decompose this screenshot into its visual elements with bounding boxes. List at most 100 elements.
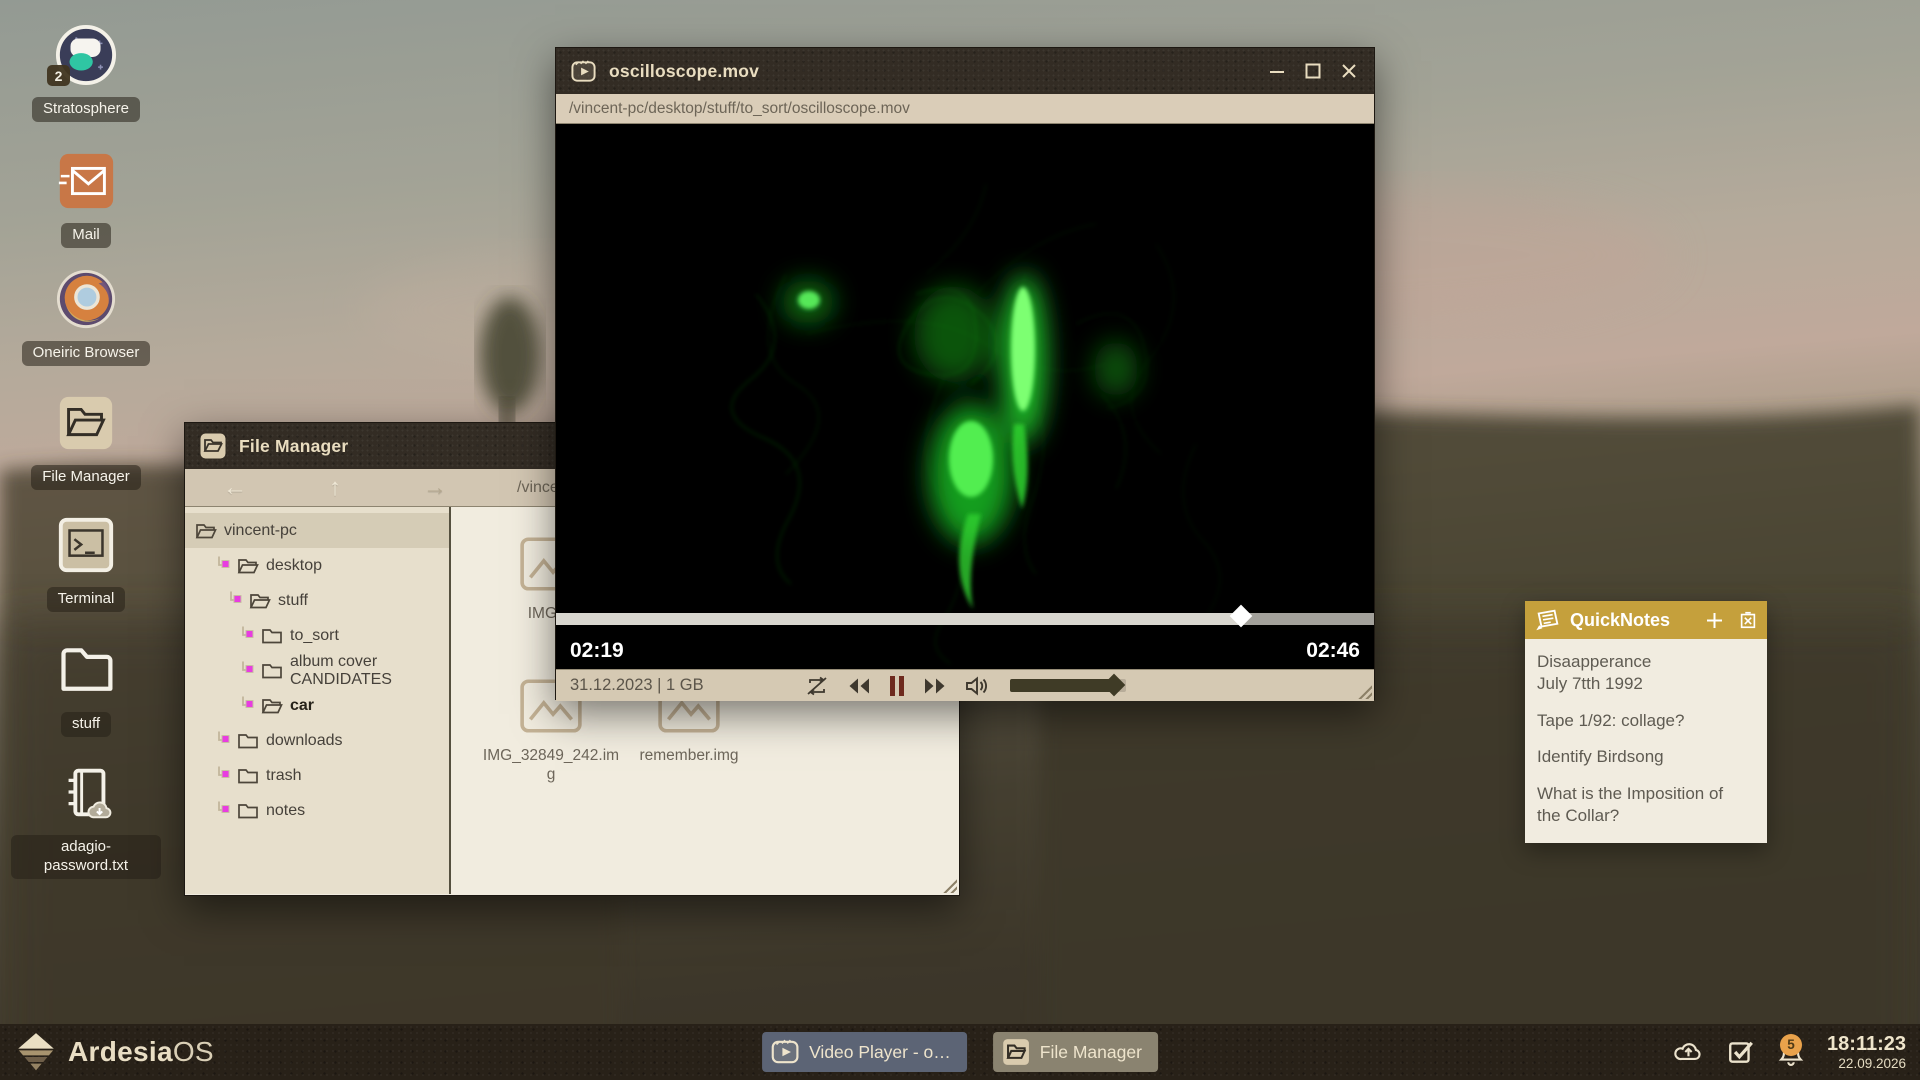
seek-bar[interactable] (556, 613, 1374, 625)
tree-item-car[interactable]: car (185, 688, 449, 723)
desktop-icon-oneiric-browser[interactable]: Oneiric Browser (8, 266, 164, 366)
os-name: ArdesiaOS (68, 1036, 214, 1068)
tree-item-to_sort[interactable]: to_sort (185, 618, 449, 653)
desktop-icon-mail[interactable]: Mail (8, 148, 164, 248)
desktop-icon-label: Terminal (47, 587, 126, 612)
desktop-icon-terminal[interactable]: Terminal (8, 512, 164, 612)
file-manager-title: File Manager (239, 436, 348, 457)
tree-item-label: vincent-pc (224, 522, 297, 540)
tree-item-album-cover-candidates[interactable]: album cover CANDIDATES (185, 653, 449, 688)
video-player-title: oscilloscope.mov (609, 61, 759, 82)
tree-item-label: trash (266, 767, 302, 785)
tree-branch-icon (216, 556, 230, 575)
delete-note-button[interactable] (1738, 610, 1758, 630)
notifications-bell-icon[interactable]: 5 (1777, 1038, 1805, 1066)
tree-item-label: car (290, 697, 314, 715)
video-path-bar: /vincent-pc/desktop/stuff/to_sort/oscill… (556, 94, 1374, 124)
ardesia-logo-icon (16, 1033, 56, 1071)
tree-branch-icon (216, 766, 230, 785)
mail-icon (53, 148, 119, 214)
tree-item-stuff[interactable]: stuff (185, 583, 449, 618)
video-player-app-icon (570, 58, 597, 85)
maximize-button[interactable] (1302, 60, 1324, 82)
desktop-icon-stratosphere[interactable]: 2 Stratosphere (8, 22, 164, 122)
folder-icon (261, 627, 283, 645)
volume-slider[interactable] (1010, 679, 1126, 692)
minimize-button[interactable] (1266, 60, 1288, 82)
time-elapsed: 02:19 (570, 639, 624, 663)
video-controls-bar: 31.12.2023 | 1 GB (556, 669, 1374, 701)
desktop: 2 Stratosphere Mail Oneiric Browser File Man… (0, 0, 1920, 1080)
time-total: 02:46 (1306, 639, 1360, 663)
forward-button[interactable]: → (415, 474, 455, 502)
tree-item-label: to_sort (290, 627, 339, 645)
quicknotes-widget: QuickNotes Disaapperance July 7tth 1992 T… (1525, 601, 1767, 843)
video-file-path: /vincent-pc/desktop/stuff/to_sort/oscill… (569, 100, 910, 118)
note-item[interactable]: What is the Imposition of the Collar? (1537, 783, 1755, 827)
file-name-label: IMG_32849_242.img (481, 746, 621, 785)
rewind-button[interactable] (846, 676, 872, 696)
file-manager-app-icon (199, 432, 227, 460)
tree-branch-icon (228, 591, 242, 610)
video-canvas[interactable]: 02:19 02:46 (556, 124, 1374, 669)
taskbar: ArdesiaOS Video Player - o…File Manager … (0, 1024, 1920, 1080)
desktop-icon-file-manager[interactable]: File Manager (8, 390, 164, 490)
quicknotes-body: Disaapperance July 7tth 1992 Tape 1/92: c… (1525, 639, 1767, 843)
volume-handle[interactable] (1103, 674, 1126, 697)
tree-item-desktop[interactable]: desktop (185, 548, 449, 583)
oneiric-browser-icon (53, 266, 119, 332)
video-player-titlebar[interactable]: oscilloscope.mov (556, 48, 1374, 94)
folder-open-icon (237, 557, 259, 575)
folder-open-icon (195, 522, 217, 540)
desktop-icon-adagio-password[interactable]: adagio-password.txt (8, 760, 164, 879)
pause-button[interactable] (888, 674, 906, 698)
tree-item-trash[interactable]: trash (185, 758, 449, 793)
quicknotes-title: QuickNotes (1570, 610, 1697, 631)
fast-forward-button[interactable] (922, 676, 948, 696)
cloud-sync-icon[interactable] (1673, 1040, 1705, 1063)
tasks-done-icon[interactable] (1727, 1039, 1755, 1065)
tree-branch-icon (216, 731, 230, 750)
stuff-icon (53, 637, 119, 703)
taskbar-task-folder[interactable]: File Manager (993, 1032, 1158, 1072)
volume-icon[interactable] (964, 675, 990, 697)
repeat-off-icon[interactable] (804, 674, 830, 698)
desktop-icon-label: File Manager (31, 465, 141, 490)
quicknotes-header[interactable]: QuickNotes (1525, 601, 1767, 639)
unread-badge: 2 (47, 65, 70, 86)
tree-item-label: desktop (266, 557, 322, 575)
resize-grip[interactable] (1356, 683, 1372, 699)
folder-open-icon (249, 592, 271, 610)
desktop-icon-stuff[interactable]: stuff (8, 637, 164, 737)
folder-icon (237, 732, 259, 750)
video-player-window: oscilloscope.mov /vincent-pc/desktop/stu… (555, 47, 1375, 700)
video-frame-oscilloscope (556, 124, 1374, 669)
note-item[interactable]: Identify Birdsong (1537, 746, 1755, 768)
stratosphere-icon: 2 (53, 22, 119, 88)
taskbar-task-video[interactable]: Video Player - o… (762, 1032, 967, 1072)
note-item[interactable]: Tape 1/92: collage? (1537, 710, 1755, 732)
os-logo[interactable]: ArdesiaOS (0, 1033, 214, 1071)
tree-item-downloads[interactable]: downloads (185, 723, 449, 758)
tree-item-notes[interactable]: notes (185, 793, 449, 828)
seek-bar-played (556, 613, 1241, 625)
file-manager-icon (53, 390, 119, 456)
back-button[interactable]: ← (215, 474, 255, 502)
desktop-icon-label: Stratosphere (32, 97, 140, 122)
volume-fill (1010, 679, 1112, 692)
notification-badge: 5 (1780, 1034, 1802, 1056)
folder-icon (261, 662, 283, 680)
clock-time: 18:11:23 (1827, 1033, 1906, 1056)
task-label: File Manager (1040, 1042, 1142, 1063)
tree-item-label: album cover CANDIDATES (290, 653, 449, 689)
tree-item-vincent-pc[interactable]: vincent-pc (185, 513, 449, 548)
add-note-button[interactable] (1705, 611, 1724, 630)
up-button[interactable]: ↑ (315, 474, 355, 502)
video-task-icon (770, 1037, 800, 1067)
close-button[interactable] (1338, 60, 1360, 82)
tree-branch-icon (216, 801, 230, 820)
note-item[interactable]: Disaapperance July 7tth 1992 (1537, 651, 1755, 695)
tree-branch-icon (240, 696, 254, 715)
folder-open-icon (261, 697, 283, 715)
clock-date: 22.09.2026 (1827, 1056, 1906, 1072)
